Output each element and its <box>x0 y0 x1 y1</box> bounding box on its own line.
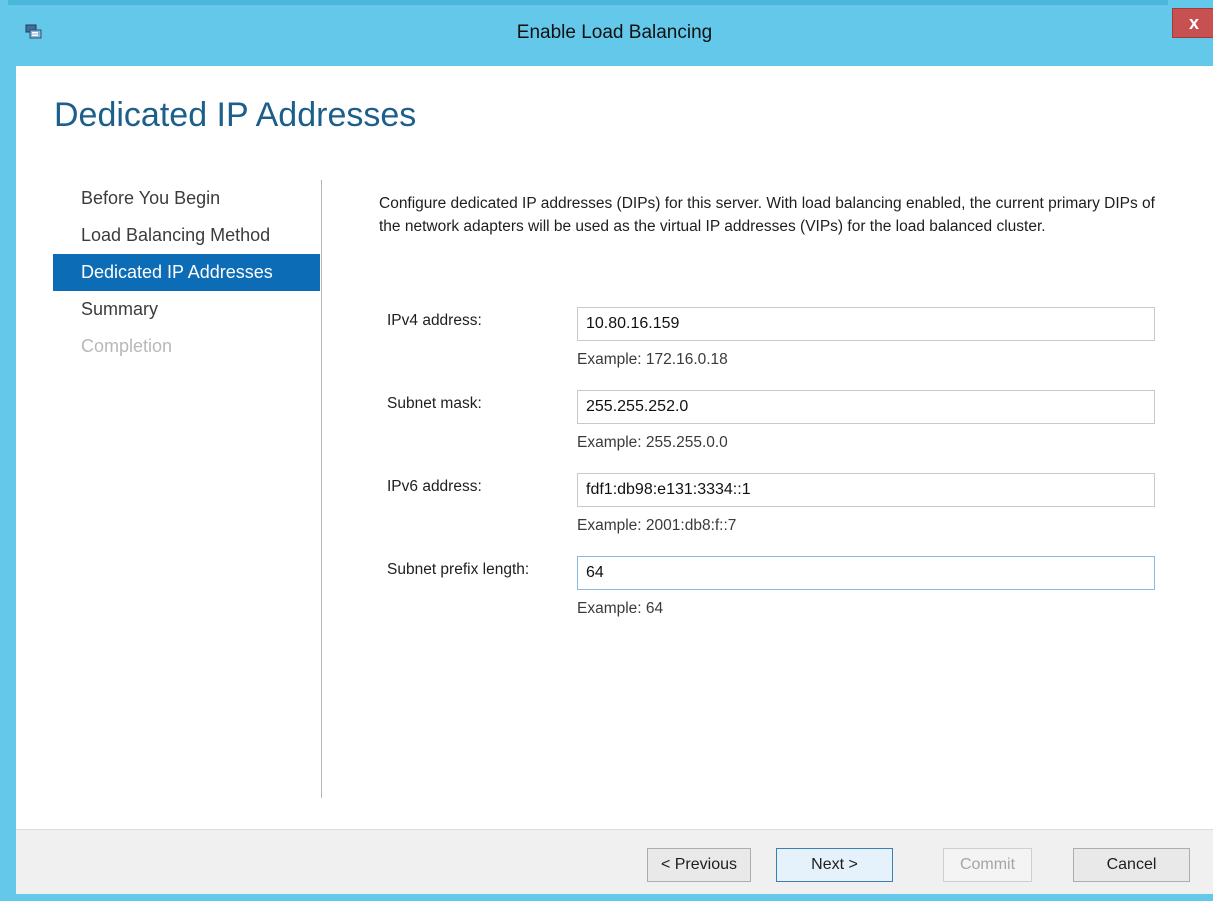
subnet-mask-example: Example: 255.255.0.0 <box>577 434 728 451</box>
subnet-mask-label: Subnet mask: <box>387 395 482 412</box>
wizard-footer: < Previous Next > Commit Cancel <box>16 829 1213 894</box>
ipv4-address-field[interactable] <box>577 307 1155 341</box>
ipv4-example: Example: 172.16.0.18 <box>577 351 728 368</box>
ipv6-example: Example: 2001:db8:f::7 <box>577 517 737 534</box>
title-bar[interactable]: Enable Load Balancing x <box>8 0 1213 66</box>
subnet-prefix-length-label: Subnet prefix length: <box>387 561 530 578</box>
close-icon: x <box>1188 13 1199 33</box>
next-button[interactable]: Next > <box>776 848 893 882</box>
subnet-prefix-length-field[interactable] <box>577 556 1155 590</box>
page-description: Configure dedicated IP addresses (DIPs) … <box>379 195 1155 235</box>
nav-item-dedicated-ip-addresses[interactable]: Dedicated IP Addresses <box>53 254 320 291</box>
cancel-button[interactable]: Cancel <box>1073 848 1190 882</box>
ipv4-label: IPv4 address: <box>387 312 482 329</box>
nav-divider <box>321 180 322 798</box>
previous-button[interactable]: < Previous <box>647 848 751 882</box>
subnet-mask-field[interactable] <box>577 390 1155 424</box>
wizard-nav: Before You Begin Load Balancing Method D… <box>53 180 320 365</box>
commit-button: Commit <box>943 848 1032 882</box>
subnet-prefix-length-example: Example: 64 <box>577 600 664 617</box>
close-button[interactable]: x <box>1172 8 1213 38</box>
nav-item-load-balancing-method[interactable]: Load Balancing Method <box>53 217 320 254</box>
ipv6-label: IPv6 address: <box>387 478 482 495</box>
wizard-client-area: Dedicated IP Addresses Before You Begin … <box>16 66 1213 894</box>
nav-item-completion: Completion <box>81 336 173 356</box>
window-title: Enable Load Balancing <box>516 22 713 43</box>
title-bar-highlight <box>8 0 1168 5</box>
ipv6-address-field[interactable] <box>577 473 1155 507</box>
wizard-window: Enable Load Balancing x Dedicated IP Add… <box>0 0 1213 901</box>
page-title: Dedicated IP Addresses <box>54 96 417 134</box>
nav-item-before-you-begin[interactable]: Before You Begin <box>53 180 320 217</box>
nav-item-summary[interactable]: Summary <box>53 291 320 328</box>
